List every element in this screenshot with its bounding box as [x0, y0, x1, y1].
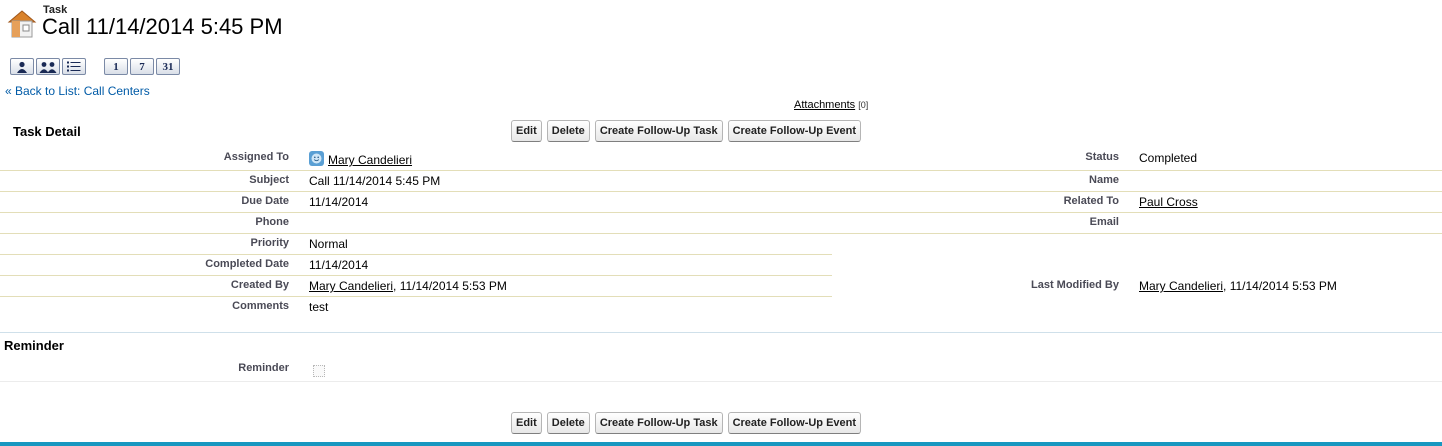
last-modified-by-link[interactable]: Mary Candelieri: [1139, 279, 1223, 293]
back-to-list-link[interactable]: « Back to List: Call Centers: [5, 84, 150, 98]
priority-value: Normal: [309, 237, 348, 251]
assigned-to-link[interactable]: Mary Candelieri: [328, 153, 412, 167]
task-house-icon: [7, 10, 37, 38]
attachments-link-group: Attachments [0]: [794, 99, 868, 111]
create-follow-up-task-button-bottom[interactable]: Create Follow-Up Task: [594, 412, 723, 434]
month-view-button[interactable]: 31: [156, 58, 180, 75]
task-detail-title: Task Detail: [13, 124, 81, 139]
created-by-value: Mary Candelieri, 11/14/2014 5:53 PM: [309, 279, 507, 293]
created-by-date: , 11/14/2014 5:53 PM: [393, 279, 507, 293]
subject-value: Call 11/14/2014 5:45 PM: [309, 174, 441, 188]
delete-button[interactable]: Delete: [546, 120, 590, 142]
related-to-label: Related To: [1063, 195, 1119, 207]
last-modified-by-date: , 11/14/2014 5:53 PM: [1223, 279, 1337, 293]
multi-user-view-button[interactable]: [36, 58, 60, 75]
email-label: Email: [1089, 216, 1119, 228]
person-icon: [17, 61, 27, 73]
create-follow-up-task-button[interactable]: Create Follow-Up Task: [594, 120, 723, 142]
week-view-button[interactable]: 7: [130, 58, 154, 75]
completed-date-value: 11/14/2014: [309, 258, 369, 272]
last-modified-by-value: Mary Candelieri, 11/14/2014 5:53 PM: [1139, 279, 1337, 293]
assigned-to-label: Assigned To: [223, 151, 289, 163]
phone-label: Phone: [255, 216, 289, 228]
edit-button-bottom[interactable]: Edit: [511, 412, 542, 434]
reminder-checkbox[interactable]: [313, 365, 325, 377]
subject-label: Subject: [249, 174, 289, 186]
single-user-view-button[interactable]: [10, 58, 34, 75]
due-date-label: Due Date: [241, 195, 289, 207]
user-avatar-icon: [309, 151, 324, 166]
status-label: Status: [1085, 151, 1119, 163]
last-modified-by-label: Last Modified By: [1030, 279, 1119, 291]
bottom-button-row: Edit Delete Create Follow-Up Task Create…: [511, 412, 862, 434]
attachments-link[interactable]: Attachments: [794, 99, 855, 111]
create-follow-up-event-button[interactable]: Create Follow-Up Event: [727, 120, 862, 142]
delete-button-bottom[interactable]: Delete: [546, 412, 590, 434]
completed-date-label: Completed Date: [205, 258, 289, 270]
list-icon: [67, 61, 81, 72]
attachments-count: [0]: [858, 100, 869, 110]
comments-value: test: [309, 300, 329, 314]
page-title: Call 11/14/2014 5:45 PM: [42, 14, 283, 39]
status-value: Completed: [1139, 151, 1198, 165]
top-button-row: Edit Delete Create Follow-Up Task Create…: [511, 120, 862, 142]
smiley-icon: [311, 153, 322, 164]
comments-label: Comments: [232, 300, 289, 312]
related-to-link[interactable]: Paul Cross: [1139, 195, 1198, 209]
view-buttons: 1 7 31: [10, 58, 182, 75]
page-bottom-bar: [0, 442, 1442, 446]
created-by-label: Created By: [230, 279, 289, 291]
priority-label: Priority: [250, 237, 289, 249]
create-follow-up-event-button-bottom[interactable]: Create Follow-Up Event: [727, 412, 862, 434]
reminder-label: Reminder: [238, 362, 289, 374]
edit-button[interactable]: Edit: [511, 120, 542, 142]
list-view-button[interactable]: [62, 58, 86, 75]
day-view-button[interactable]: 1: [104, 58, 128, 75]
due-date-value: 11/14/2014: [309, 195, 369, 209]
name-label: Name: [1089, 174, 1119, 186]
created-by-link[interactable]: Mary Candelieri: [309, 279, 393, 293]
reminder-section-title: Reminder: [4, 338, 64, 353]
people-icon: [39, 61, 57, 73]
